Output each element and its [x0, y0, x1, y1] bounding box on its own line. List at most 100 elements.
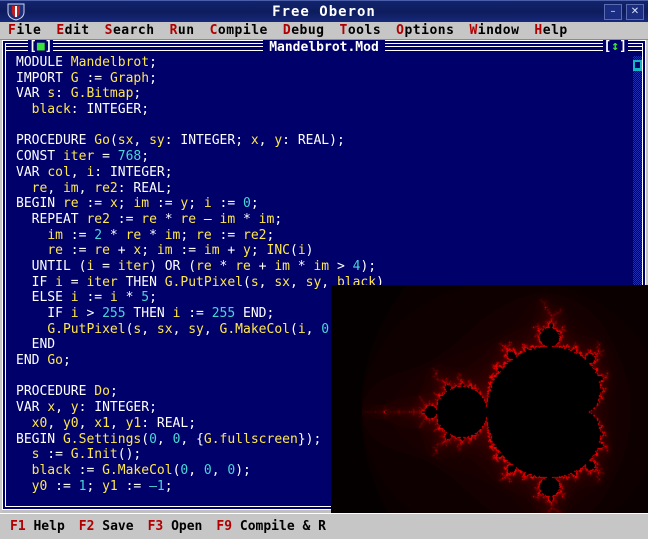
code-token: INTEGER	[94, 400, 149, 415]
code-token: Do	[94, 384, 110, 399]
status-hint-f3[interactable]: F3 Open	[148, 519, 203, 534]
code-token: ,	[47, 416, 63, 431]
menu-item-help[interactable]: Help	[534, 23, 567, 38]
code-token: ();	[118, 447, 141, 462]
code-token: *	[141, 228, 164, 243]
code-token: s	[47, 86, 55, 101]
window-titlebar[interactable]: Free Oberon – ✕	[0, 0, 648, 22]
status-hint-f2[interactable]: F2 Save	[79, 519, 134, 534]
code-token: iter	[63, 149, 94, 164]
minimize-button[interactable]: –	[604, 4, 622, 20]
code-token	[16, 416, 32, 431]
code-token: col	[47, 165, 70, 180]
code-token: >	[329, 259, 352, 274]
code-token: G.PutPixel	[165, 275, 243, 290]
code-token	[16, 181, 32, 196]
code-token: re	[180, 212, 196, 227]
code-token: :	[71, 102, 87, 117]
code-token: ;	[251, 196, 259, 211]
menu-item-debug[interactable]: Debug	[283, 23, 325, 38]
code-token: ;	[165, 479, 173, 494]
code-line: PROCEDURE Go(sx, sy: INTEGER; x, y: REAL…	[16, 133, 630, 149]
code-token: END	[16, 353, 47, 368]
code-token: *	[157, 212, 180, 227]
code-token: sx	[274, 275, 290, 290]
code-token: ,	[259, 133, 275, 148]
code-token: MODULE	[16, 55, 71, 70]
code-token: i	[71, 290, 79, 305]
menu-item-tools[interactable]: Tools	[340, 23, 382, 38]
menu-label: ebug	[291, 23, 324, 38]
code-token: INC	[267, 243, 290, 258]
code-token: *	[235, 212, 258, 227]
code-token: iter	[86, 275, 117, 290]
code-token: s	[251, 275, 259, 290]
editor-filename: Mandelbrot.Mod	[263, 40, 385, 55]
status-hint-f1[interactable]: F1 Help	[10, 519, 65, 534]
code-token: x	[110, 196, 118, 211]
code-token: ,	[259, 275, 275, 290]
code-token: =	[94, 149, 117, 164]
code-token: VAR	[16, 86, 47, 101]
code-line: VAR s: G.Bitmap;	[16, 86, 630, 102]
menu-item-compile[interactable]: Compile	[210, 23, 268, 38]
code-token: x	[47, 400, 55, 415]
code-token: Go	[94, 133, 110, 148]
menu-item-edit[interactable]: Edit	[56, 23, 89, 38]
code-token: i	[298, 243, 306, 258]
code-token: PROCEDURE	[16, 384, 94, 399]
code-token	[16, 479, 32, 494]
menu-label: ile	[16, 23, 41, 38]
status-label: Open	[163, 519, 202, 534]
code-token: ,	[141, 322, 157, 337]
menu-accelerator: H	[534, 23, 542, 38]
code-token: im	[204, 243, 220, 258]
code-line: im := 2 * re * im; re := re2;	[16, 228, 630, 244]
code-token: BEGIN	[16, 432, 63, 447]
menu-item-run[interactable]: Run	[170, 23, 195, 38]
menu-item-options[interactable]: Options	[396, 23, 454, 38]
code-token: re	[235, 259, 251, 274]
editor-close-box[interactable]: [■]	[28, 40, 53, 54]
menu-label: dit	[65, 23, 90, 38]
code-token: *	[102, 228, 125, 243]
menu-item-file[interactable]: File	[8, 23, 41, 38]
code-token: ;	[165, 165, 173, 180]
code-token: y0	[32, 479, 48, 494]
code-token: sx	[118, 133, 134, 148]
scrollbar-thumb[interactable]	[633, 60, 642, 71]
code-token: :=	[47, 479, 78, 494]
code-token: ;	[149, 71, 157, 86]
code-token: PROCEDURE	[16, 133, 94, 148]
code-token: ,	[47, 181, 63, 196]
code-token: :=	[173, 243, 204, 258]
status-label: Save	[94, 519, 133, 534]
code-token: ;	[110, 384, 118, 399]
editor-resize-box[interactable]: [↕]	[603, 40, 628, 54]
menu-accelerator: D	[283, 23, 291, 38]
free-oberon-desktop: Free Oberon – ✕ File Edit Search Run Compile…	[0, 0, 648, 539]
code-token: :	[165, 133, 181, 148]
code-token: (	[290, 243, 298, 258]
editor-titlebar[interactable]: [■] Mandelbrot.Mod [↕]	[6, 40, 642, 55]
code-token: y	[71, 400, 79, 415]
menu-item-window[interactable]: Window	[469, 23, 519, 38]
fractal-output-window[interactable]	[331, 285, 648, 539]
code-token: im	[220, 212, 236, 227]
code-token: sy	[149, 133, 165, 148]
menu-item-search[interactable]: Search	[105, 23, 155, 38]
code-token: black	[32, 463, 71, 478]
status-hint-f9[interactable]: F9 Compile & R	[216, 519, 326, 534]
close-button[interactable]: ✕	[626, 4, 644, 20]
menu-accelerator: E	[56, 23, 64, 38]
code-token: :	[79, 400, 95, 415]
code-token: INTEGER	[110, 165, 165, 180]
code-token: :=	[71, 463, 102, 478]
code-token: THEN	[118, 275, 165, 290]
code-line: BEGIN re := x; im := y; i := 0;	[16, 196, 630, 212]
code-token: re2	[243, 228, 266, 243]
code-token: im	[47, 228, 63, 243]
code-token: :	[282, 133, 298, 148]
menu-accelerator: T	[340, 23, 348, 38]
code-line: MODULE Mandelbrot;	[16, 55, 630, 71]
